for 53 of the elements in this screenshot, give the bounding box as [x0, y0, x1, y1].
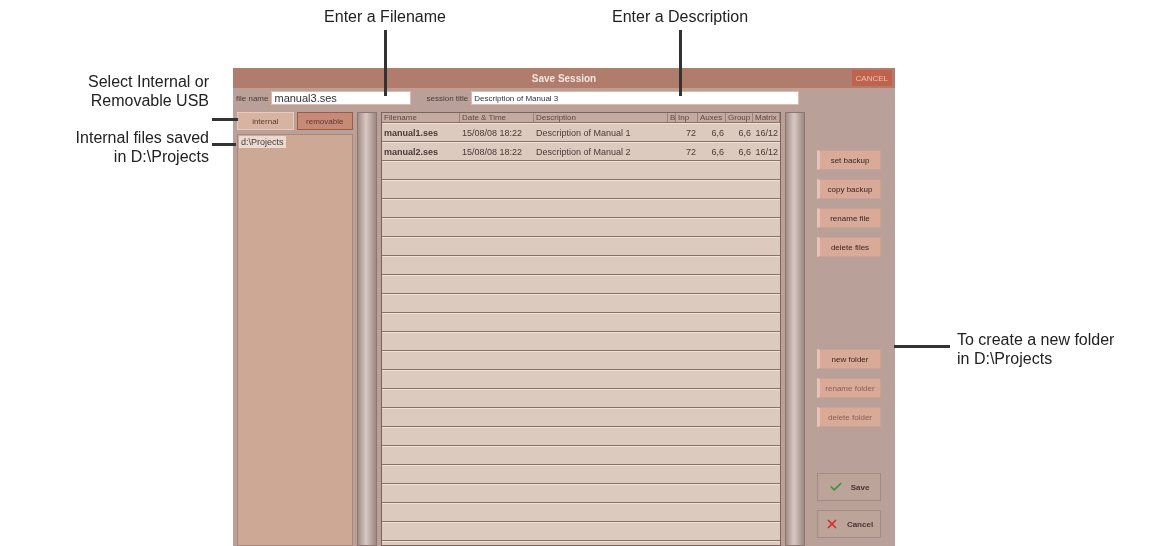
- column-header[interactable]: Date & Time: [460, 113, 534, 122]
- callout-text: Internal files saved in D:\Projects: [75, 128, 209, 166]
- table-cell-text: Description of Manual 2: [535, 146, 632, 157]
- column-header[interactable]: Description: [534, 113, 668, 122]
- column-header[interactable]: Inp: [676, 113, 698, 122]
- location-tab[interactable]: internal: [237, 112, 294, 130]
- table-cell-text: 15/08/08 18:22: [461, 127, 524, 138]
- callout-text: Enter a Filename: [324, 8, 446, 26]
- table-row[interactable]: manual2.ses 15/08/08 18:22 Description of Manual 2 72 6,6 6,6 16/12: [382, 142, 780, 161]
- check-icon: [828, 480, 843, 494]
- column-header[interactable]: Auxes: [698, 113, 726, 122]
- table-cell-text: Description of Manual 1: [535, 127, 632, 138]
- input-field[interactable]: manual3.ses: [271, 91, 412, 105]
- column-header[interactable]: Group: [726, 113, 753, 122]
- callout-text: Select Internal or Removable USB: [88, 72, 209, 110]
- callout-text: To create a new folder in D:\Projects: [957, 331, 1115, 367]
- table-cell-text: manual2.ses: [383, 146, 440, 157]
- window-title: Save Session: [531, 72, 597, 84]
- action-button[interactable]: delete files: [817, 237, 881, 257]
- table-cell-text: 6,6: [737, 146, 752, 157]
- column-header[interactable]: Filename: [382, 113, 460, 122]
- field-label: session title: [426, 93, 469, 103]
- input-field[interactable]: Description of Manual 3: [471, 91, 800, 105]
- table-cell-text: 16/12: [754, 127, 779, 138]
- action-button[interactable]: set backup: [817, 150, 881, 170]
- action-button[interactable]: copy backup: [817, 179, 881, 199]
- table-cell-text: 6,6: [710, 146, 725, 157]
- cancel-button[interactable]: CANCEL: [851, 70, 892, 86]
- folder-item[interactable]: d:\Projects: [239, 136, 286, 148]
- action-button[interactable]: rename file: [817, 208, 881, 228]
- save-button[interactable]: Save: [817, 473, 881, 501]
- leader-line: [679, 30, 682, 96]
- column-header[interactable]: Matrix: [753, 113, 780, 122]
- table-cell-text: 72: [685, 127, 697, 138]
- column-header[interactable]: B: [668, 113, 676, 122]
- callout-text: Enter a Description: [611, 8, 749, 26]
- cancel-button[interactable]: Cancel: [817, 510, 881, 538]
- table-cell-text: 72: [685, 146, 697, 157]
- leader-line: [212, 118, 238, 121]
- folder-action-button[interactable]: new folder: [817, 349, 881, 369]
- table-cell-text: 16/12: [754, 146, 779, 157]
- location-tab[interactable]: removable: [296, 112, 353, 130]
- leader-line: [212, 143, 236, 146]
- scrollbar[interactable]: [785, 112, 805, 546]
- leader-line: [384, 30, 387, 96]
- scrollbar[interactable]: [357, 112, 377, 546]
- table-cell-text: 6,6: [710, 127, 725, 138]
- table-row[interactable]: manual1.ses 15/08/08 18:22 Description of Manual 1 72 6,6 6,6 16/12: [382, 123, 780, 142]
- table-cell-text: manual1.ses: [383, 127, 440, 138]
- table-cell-text: 15/08/08 18:22: [461, 146, 524, 157]
- leader-line: [894, 345, 950, 348]
- field-label: file name: [236, 93, 269, 103]
- table-cell-text: 6,6: [737, 127, 752, 138]
